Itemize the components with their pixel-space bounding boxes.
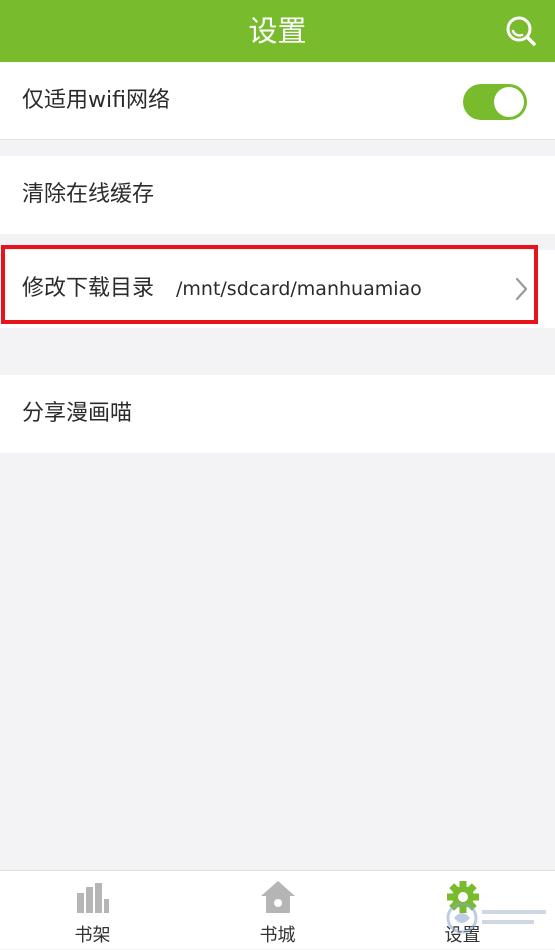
row-divider <box>0 139 555 140</box>
share-label: 分享漫画喵 <box>22 401 133 426</box>
download-dir-path: /mnt/sdcard/manhuamiao <box>176 278 422 300</box>
page-title: 设置 <box>248 14 307 48</box>
clear-cache-label: 清除在线缓存 <box>22 182 155 207</box>
download-dir-label: 修改下载目录 <box>22 276 155 301</box>
bottom-tab-bar: 书架 书城 设置 <box>0 870 555 949</box>
tab-settings[interactable]: 设置 <box>370 871 555 950</box>
toggle-knob <box>494 87 524 117</box>
app-header: 设置 <box>0 0 555 62</box>
wifi-only-label: 仅适用wifi网络 <box>22 88 170 113</box>
tab-bookstore[interactable]: 书城 <box>185 871 370 950</box>
gear-icon <box>447 881 479 913</box>
wifi-only-toggle[interactable] <box>463 84 527 120</box>
search-icon <box>506 16 536 46</box>
search-button[interactable] <box>500 10 542 52</box>
setting-row-download-dir[interactable]: 修改下载目录 /mnt/sdcard/manhuamiao <box>0 250 555 328</box>
home-icon <box>261 881 295 913</box>
tab-bookshelf-label: 书架 <box>74 925 111 946</box>
setting-row-wifi-only: 仅适用wifi网络 <box>0 62 555 140</box>
tab-settings-label: 设置 <box>444 925 481 946</box>
tab-bookshelf[interactable]: 书架 <box>0 871 185 950</box>
tab-bookstore-label: 书城 <box>259 925 296 946</box>
setting-row-clear-cache[interactable]: 清除在线缓存 <box>0 156 555 234</box>
setting-row-share[interactable]: 分享漫画喵 <box>0 375 555 453</box>
bookshelf-icon <box>77 883 109 913</box>
chevron-right-icon <box>515 277 528 301</box>
